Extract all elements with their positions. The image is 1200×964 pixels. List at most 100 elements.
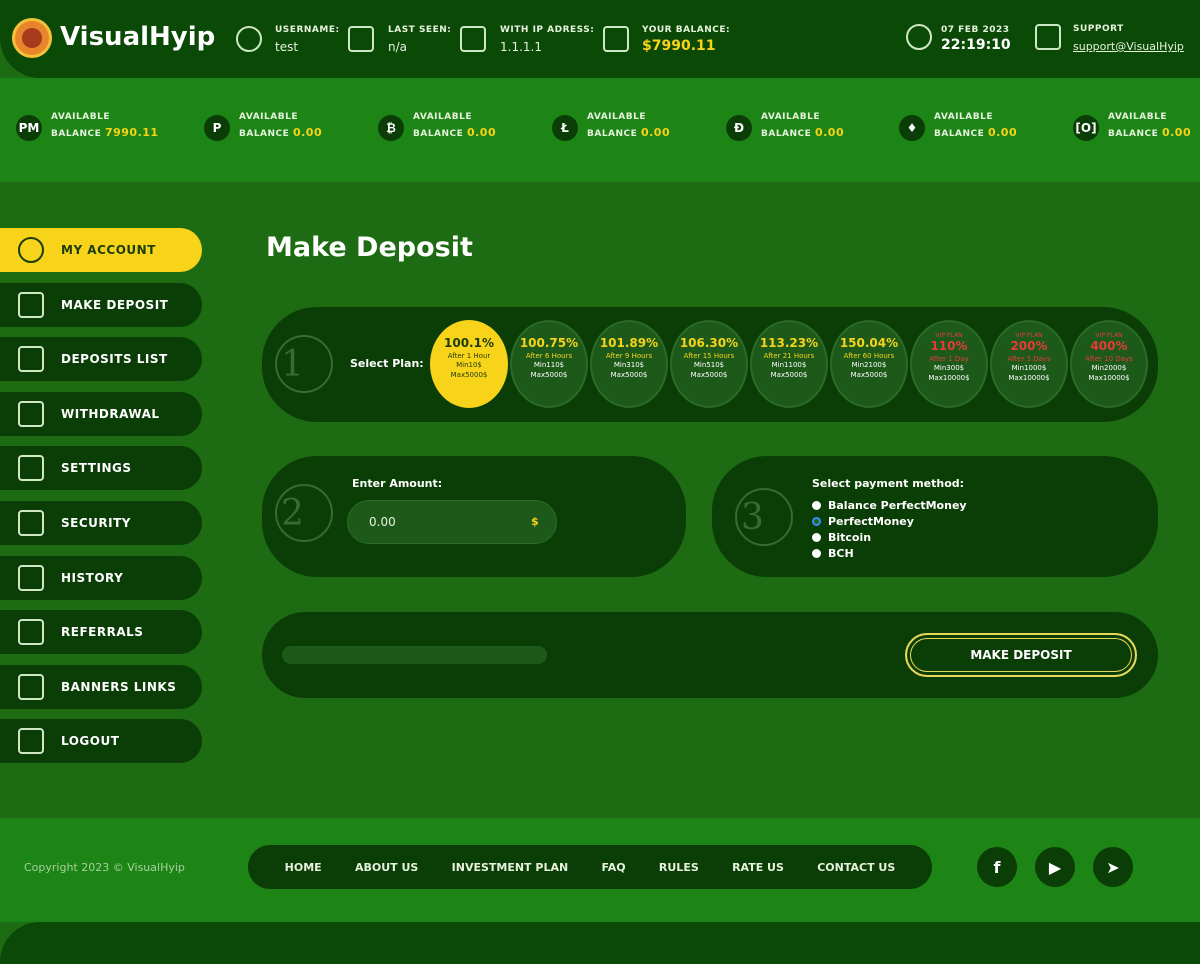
balance-amount: 7990.11 <box>104 126 159 139</box>
plan-hrs: After 1 Day <box>929 355 969 363</box>
footer-link-contact-us[interactable]: CONTACT US <box>817 861 895 874</box>
plan-hrs: After 15 Hours <box>683 352 735 360</box>
footer-link-about-us[interactable]: ABOUT US <box>355 861 418 874</box>
payment-method-option[interactable]: BCH <box>812 545 967 561</box>
footer-link-rules[interactable]: RULES <box>659 861 699 874</box>
balance-label2: BALANCE <box>239 129 290 139</box>
balance-label2: BALANCE <box>413 129 464 139</box>
radio-icon[interactable] <box>812 548 821 558</box>
plan-tag: VIP PLAN <box>1015 332 1043 339</box>
wallet-icon <box>18 400 44 427</box>
mail-icon <box>1035 24 1061 50</box>
plan-max: Max5000$ <box>530 371 568 379</box>
coin-icon: ₿ <box>378 115 404 141</box>
telegram-icon[interactable]: ➤ <box>1093 847 1133 887</box>
link-icon <box>18 673 44 700</box>
footer-link-investment-plan[interactable]: INVESTMENT PLAN <box>452 861 569 874</box>
server-icon <box>460 26 486 52</box>
facebook-icon[interactable]: f <box>977 847 1017 887</box>
sidebar-item-my-account[interactable]: MY ACCOUNT <box>0 228 202 272</box>
people-icon <box>18 619 44 646</box>
plan-option[interactable]: 113.23% After 21 Hours Min1100$ Max5000$ <box>750 320 828 408</box>
plan-pct: 200% <box>1010 339 1048 353</box>
plan-hrs: After 9 Hours <box>605 352 653 360</box>
balance-value-row: BALANCE 0.00 <box>934 125 1017 142</box>
sidebar-item-label: SECURITY <box>61 516 131 530</box>
clock-icon <box>906 24 932 50</box>
payment-method-option[interactable]: Bitcoin <box>812 529 967 545</box>
payment-method-option[interactable]: Balance PerfectMoney <box>812 497 967 513</box>
sidebar-item-label: BANNERS LINKS <box>61 679 177 694</box>
sidebar-item-deposits-list[interactable]: DEPOSITS LIST <box>0 337 202 382</box>
user-icon <box>236 26 262 52</box>
balance-amount: 0.00 <box>292 126 323 139</box>
plan-pct: 100.75% <box>519 336 579 350</box>
support-email-link[interactable]: support@VisualHyip <box>1073 40 1184 53</box>
plan-pct: 101.89% <box>599 336 659 350</box>
plan-pct: 150.04% <box>839 336 899 350</box>
brand-name[interactable]: VisualHyip <box>60 22 215 52</box>
sidebar-item-history[interactable]: HISTORY <box>0 555 202 600</box>
make-deposit-button[interactable]: MAKE DEPOSIT <box>905 633 1137 677</box>
plan-option[interactable]: 106.30% After 15 Hours Min510$ Max5000$ <box>670 320 748 408</box>
select-plan-label: Select Plan: <box>350 357 424 370</box>
plan-option[interactable]: VIP PLAN 110% After 1 Day Min300$ Max10000$ <box>910 320 988 408</box>
plan-option[interactable]: 150.04% After 60 Hours Min2100$ Max5000$ <box>830 320 908 408</box>
balance-label: AVAILABLE <box>51 112 110 122</box>
payment-method-label: BCH <box>828 546 854 560</box>
sidebar-item-label: HISTORY <box>61 570 124 585</box>
sidebar-item-make-deposit[interactable]: MAKE DEPOSIT <box>0 282 202 327</box>
sidebar-item-settings[interactable]: SETTINGS <box>0 446 202 491</box>
gear-user-icon <box>18 455 44 482</box>
plan-pct: 400% <box>1090 339 1128 353</box>
progress-bar <box>282 646 547 664</box>
coin-icon: P <box>204 115 230 141</box>
plan-hrs: After 1 Hour <box>447 352 491 360</box>
balance-value-row: BALANCE 0.00 <box>1108 125 1191 142</box>
footer-link-rate-us[interactable]: RATE US <box>732 861 784 874</box>
plan-min: Min310$ <box>613 361 645 369</box>
shield-user-icon <box>18 510 44 536</box>
step2-number: 2 <box>275 484 333 542</box>
balance-label: YOUR BALANCE: <box>642 25 731 35</box>
logo-icon[interactable] <box>12 18 52 58</box>
radio-icon[interactable] <box>812 532 821 542</box>
plan-option[interactable]: 100.75% After 6 Hours Min110$ Max5000$ <box>510 320 588 408</box>
footer-nav: HOME ABOUT US INVESTMENT PLAN FAQ RULES RATE … <box>248 845 932 889</box>
sidebar-item-withdrawal[interactable]: WITHDRAWAL <box>0 391 202 436</box>
balance-value-row: BALANCE 0.00 <box>413 125 496 142</box>
sidebar-item-label: REFERRALS <box>61 625 144 640</box>
plan-option[interactable]: VIP PLAN 200% After 3 Days Min1000$ Max10000… <box>990 320 1068 408</box>
user-circle-icon <box>18 237 44 263</box>
plan-option[interactable]: 100.1% After 1 Hour Min10$ Max5000$ <box>430 320 508 408</box>
balance-item: AVAILABLE BALANCE 7990.11 <box>51 110 159 142</box>
sidebar-item-banners-links[interactable]: BANNERS LINKS <box>0 664 202 709</box>
plan-hrs: After 3 Days <box>1007 355 1051 363</box>
sidebar-item-security[interactable]: SECURITY <box>0 501 202 545</box>
balance-item: AVAILABLE BALANCE 0.00 <box>413 110 496 142</box>
balance-label: AVAILABLE <box>239 112 298 122</box>
sidebar-item-label: LOGOUT <box>61 734 120 749</box>
plan-option[interactable]: VIP PLAN 400% After 10 Days Min2000$ Max1000… <box>1070 320 1148 408</box>
plan-hrs: After 6 Hours <box>525 352 573 360</box>
balance-amount: 0.00 <box>466 126 497 139</box>
radio-icon[interactable] <box>812 516 821 526</box>
page-title: Make Deposit <box>266 232 473 263</box>
plan-option[interactable]: 101.89% After 9 Hours Min310$ Max5000$ <box>590 320 668 408</box>
balance-item: AVAILABLE BALANCE 0.00 <box>1108 110 1191 142</box>
footer-link-faq[interactable]: FAQ <box>601 861 625 874</box>
radio-icon[interactable] <box>812 500 821 510</box>
balance-label: AVAILABLE <box>587 112 646 122</box>
payment-method-label: Bitcoin <box>828 530 872 544</box>
footer-link-home[interactable]: HOME <box>285 861 322 874</box>
plan-hrs: After 60 Hours <box>843 352 895 360</box>
payment-method-option[interactable]: PerfectMoney <box>812 513 967 529</box>
balance-value-row: BALANCE 0.00 <box>587 125 670 142</box>
amount-value[interactable]: 0.00 <box>369 515 396 529</box>
youtube-icon[interactable]: ▶ <box>1035 847 1075 887</box>
sidebar-item-logout[interactable]: LOGOUT <box>0 719 202 764</box>
step3-number: 3 <box>735 488 793 546</box>
sidebar-item-referrals[interactable]: REFERRALS <box>0 610 202 655</box>
payment-method-label: PerfectMoney <box>828 514 914 528</box>
sidebar-item-label: SETTINGS <box>61 461 132 476</box>
